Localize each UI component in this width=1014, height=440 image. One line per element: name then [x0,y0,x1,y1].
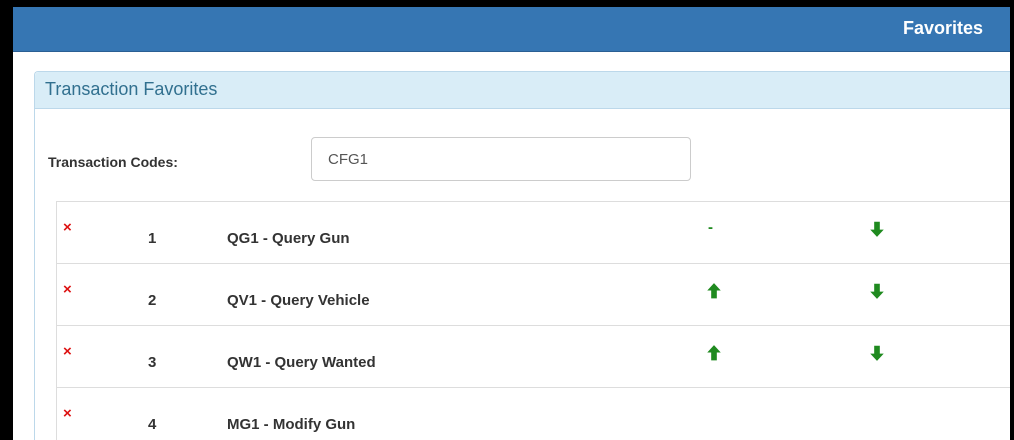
item-number: 2 [148,292,157,309]
arrow-down-icon[interactable] [868,344,886,362]
app-frame: Favorites Transaction Favorites Transact… [0,0,1014,440]
favorites-title[interactable]: Favorites [903,18,983,39]
item-name: QV1 - Query Vehicle [227,292,370,309]
list-item: × 3 QW1 - Query Wanted [57,326,1010,388]
item-number: 1 [148,230,157,247]
arrow-down-icon[interactable] [868,220,886,238]
item-name: QG1 - Query Gun [227,230,350,247]
transaction-codes-label: Transaction Codes: [48,154,178,170]
item-name: QW1 - Query Wanted [227,354,376,371]
item-name: MG1 - Modify Gun [227,416,356,433]
list-item: × 2 QV1 - Query Vehicle [57,264,1010,326]
item-number: 4 [148,416,157,433]
delete-icon[interactable]: × [63,343,72,360]
arrow-up-icon[interactable] [705,344,723,362]
panel-heading: Transaction Favorites [35,72,1010,109]
favorites-list: × 1 QG1 - Query Gun - × 2 QV1 - Query Ve… [56,201,1010,440]
item-number: 3 [148,354,157,371]
delete-icon[interactable]: × [63,219,72,236]
move-up-disabled: - [708,219,713,236]
list-item: × 1 QG1 - Query Gun - [57,202,1010,264]
list-item: × 4 MG1 - Modify Gun [57,388,1010,440]
delete-icon[interactable]: × [63,405,72,422]
arrow-up-icon[interactable] [705,282,723,300]
transaction-codes-input[interactable] [311,137,691,181]
transaction-favorites-panel: Transaction Favorites Transaction Codes:… [34,71,1010,440]
top-bar: Favorites [13,7,1010,52]
delete-icon[interactable]: × [63,281,72,298]
arrow-down-icon[interactable] [868,282,886,300]
